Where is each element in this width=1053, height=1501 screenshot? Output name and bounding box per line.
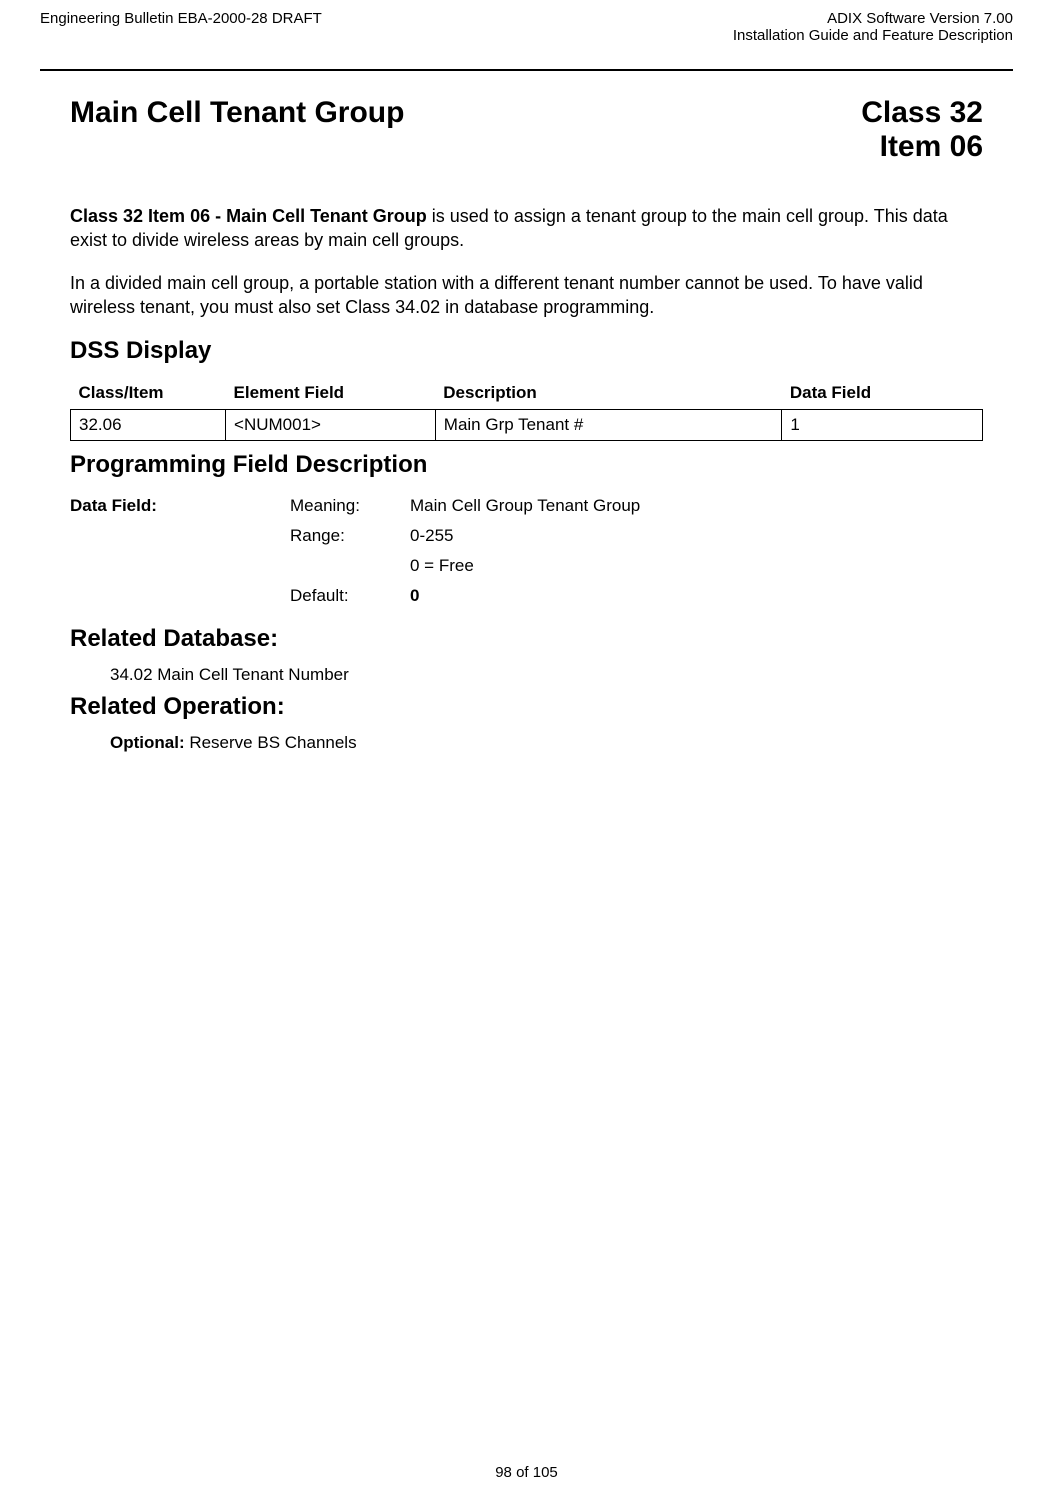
pfd-meaning-val: Main Cell Group Tenant Group	[410, 491, 652, 521]
related-operation-item: Optional: Reserve BS Channels	[70, 733, 983, 753]
paragraph-2: In a divided main cell group, a portable…	[70, 271, 983, 320]
page-footer: 98 of 105	[0, 1464, 1053, 1481]
page-header: Engineering Bulletin EBA-2000-28 DRAFT A…	[40, 10, 1013, 71]
dss-header-description: Description	[435, 377, 782, 410]
paragraph-1: Class 32 Item 06 - Main Cell Tenant Grou…	[70, 204, 983, 253]
pfd-label: Data Field:	[70, 491, 290, 521]
related-database-heading: Related Database:	[70, 625, 983, 653]
para1-bold: Class 32 Item 06 - Main Cell Tenant Grou…	[70, 206, 427, 226]
pfd-row-range: Range: 0-255	[70, 521, 652, 551]
related-operation-value: Reserve BS Channels	[189, 733, 356, 752]
header-right: ADIX Software Version 7.00 Installation …	[733, 10, 1013, 44]
class-item-label: Class 32 Item 06	[861, 96, 983, 164]
pfd-range-val: 0-255	[410, 521, 652, 551]
related-database-item: 34.02 Main Cell Tenant Number	[70, 665, 983, 685]
pfd-free-key	[290, 551, 410, 581]
page-content: Main Cell Tenant Group Class 32 Item 06 …	[40, 71, 1013, 753]
pfd-free-val: 0 = Free	[410, 551, 652, 581]
header-left: Engineering Bulletin EBA-2000-28 DRAFT	[40, 10, 322, 27]
pfd-meaning-key: Meaning:	[290, 491, 410, 521]
item-label: Item 06	[861, 130, 983, 164]
class-label: Class 32	[861, 96, 983, 130]
dss-description: Main Grp Tenant #	[435, 410, 782, 441]
page-title: Main Cell Tenant Group	[70, 96, 404, 130]
pfd-heading: Programming Field Description	[70, 451, 983, 479]
dss-header-row: Class/Item Element Field Description Dat…	[71, 377, 983, 410]
pfd-range-key: Range:	[290, 521, 410, 551]
pfd-row-default: Default: 0	[70, 581, 652, 611]
dss-classitem: 32.06	[71, 410, 226, 441]
pfd-row-free: 0 = Free	[70, 551, 652, 581]
title-row: Main Cell Tenant Group Class 32 Item 06	[70, 96, 983, 164]
dss-element: <NUM001>	[226, 410, 436, 441]
dss-header-classitem: Class/Item	[71, 377, 226, 410]
pfd-table: Data Field: Meaning: Main Cell Group Ten…	[70, 491, 652, 611]
related-operation-heading: Related Operation:	[70, 693, 983, 721]
header-right-line1: ADIX Software Version 7.00	[733, 10, 1013, 27]
dss-header-element: Element Field	[226, 377, 436, 410]
dss-table: Class/Item Element Field Description Dat…	[70, 377, 983, 441]
dss-display-heading: DSS Display	[70, 337, 983, 365]
dss-data-row: 32.06 <NUM001> Main Grp Tenant # 1	[71, 410, 983, 441]
related-operation-label: Optional:	[110, 733, 189, 752]
dss-header-datafield: Data Field	[782, 377, 983, 410]
dss-datafield: 1	[782, 410, 983, 441]
pfd-default-val: 0	[410, 581, 652, 611]
pfd-row-meaning: Data Field: Meaning: Main Cell Group Ten…	[70, 491, 652, 521]
header-right-line2: Installation Guide and Feature Descripti…	[733, 27, 1013, 44]
pfd-default-key: Default:	[290, 581, 410, 611]
